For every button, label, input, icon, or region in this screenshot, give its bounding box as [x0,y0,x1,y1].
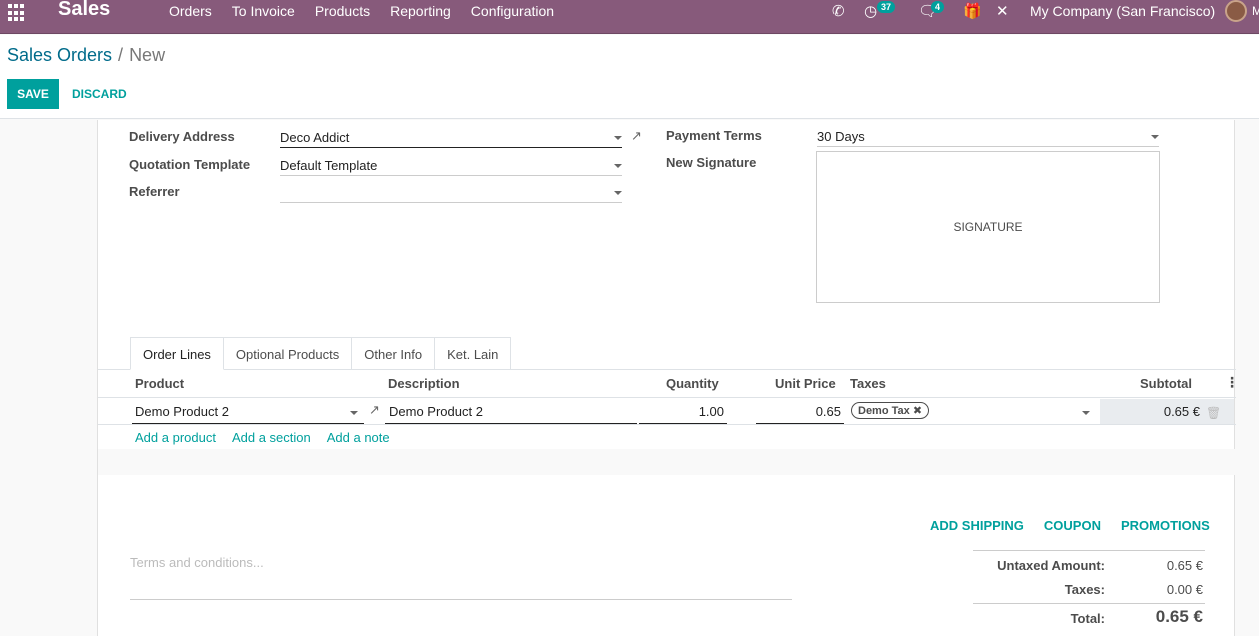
add-product-link[interactable]: Add a product [135,430,216,445]
chevron-down-icon[interactable] [1151,135,1159,139]
product-value: Demo Product 2 [135,404,229,419]
menu-item-products[interactable]: Products [315,3,370,19]
quotation-template-value: Default Template [280,158,378,173]
totals-top-divider [973,550,1205,551]
breadcrumb-separator: / [118,45,124,65]
untaxed-amount-value: 0.65 € [1166,558,1203,573]
activity-count-badge: 37 [877,1,896,13]
chevron-down-icon[interactable] [614,164,622,168]
delivery-address-field[interactable]: Deco Addict [280,122,622,148]
user-avatar[interactable] [1225,0,1247,22]
delivery-address-value: Deco Addict [280,130,350,145]
untaxed-amount-label: Untaxed Amount: [997,558,1105,573]
col-description[interactable]: Description [388,376,460,391]
col-subtotal[interactable]: Subtotal [1140,376,1192,391]
payment-terms-label: Payment Terms [666,128,762,143]
trash-icon[interactable]: 🗑 [1206,401,1221,426]
tab-other-info[interactable]: Other Info [351,337,436,370]
menu-item-orders[interactable]: Orders [169,3,212,19]
menu-item-reporting[interactable]: Reporting [390,3,451,19]
signature-placeholder: SIGNATURE [953,220,1023,234]
total-label: Total: [1070,611,1105,626]
tax-tag: Demo Tax ✖ [851,402,930,419]
user-name[interactable]: M [1252,4,1259,18]
tab-divider [98,369,1236,370]
message-count-badge: 4 [931,1,945,13]
chevron-down-icon[interactable] [614,191,622,195]
empty-row-band [98,449,1236,475]
col-quantity[interactable]: Quantity [666,376,719,391]
taxes-label: Taxes: [1064,582,1105,597]
promotions-button[interactable]: PROMOTIONS [1121,518,1210,533]
unit-price-input[interactable]: 0.65 [756,399,844,424]
breadcrumb-sales-orders[interactable]: Sales Orders [7,45,112,65]
company-switcher[interactable]: My Company (San Francisco) [1030,3,1215,19]
chevron-down-icon[interactable] [1082,411,1090,415]
col-unit-price[interactable]: Unit Price [775,376,836,391]
referrer-label: Referrer [129,184,180,199]
terms-conditions-input[interactable]: Terms and conditions... [130,552,792,600]
add-line-links: Add a product Add a section Add a note [135,430,406,445]
add-shipping-button[interactable]: ADD SHIPPING [930,518,1024,533]
description-input[interactable]: Demo Product 2 [385,399,637,424]
quotation-template-label: Quotation Template [129,157,251,172]
debug-tools-icon[interactable]: ✕ [996,2,1009,20]
phone-icon[interactable]: ✆ [832,2,845,20]
notebook-tabs: Order Lines Optional Products Other Info… [130,337,512,370]
tax-tag-label: Demo Tax [858,405,910,417]
quotation-template-field[interactable]: Default Template [280,150,622,176]
totals-divider [973,603,1205,604]
coupon-button[interactable]: COUPON [1044,518,1101,533]
col-product[interactable]: Product [135,376,184,391]
discard-button[interactable]: DISCARD [66,79,133,109]
activity-clock-icon[interactable]: ◷ [864,2,877,20]
quantity-input[interactable]: 1.00 [639,399,727,424]
tab-order-lines[interactable]: Order Lines [130,337,224,370]
breadcrumb: Sales Orders / New [7,45,165,66]
control-panel: Sales Orders / New SAVE DISCARD [0,35,1259,119]
tab-ket-lain[interactable]: Ket. Lain [434,337,512,370]
referrer-field[interactable] [280,177,622,203]
col-taxes[interactable]: Taxes [850,376,886,391]
chevron-down-icon[interactable] [614,136,622,140]
top-navbar: Sales Orders To Invoice Products Reporti… [0,0,1259,34]
chevron-down-icon[interactable] [350,411,358,415]
external-link-icon[interactable]: ↗ [631,128,642,144]
menu-item-configuration[interactable]: Configuration [471,3,554,19]
remove-tag-icon[interactable]: ✖ [913,405,922,417]
gift-icon[interactable]: 🎁 [963,2,982,20]
payment-terms-value: 30 Days [817,129,865,144]
optional-columns-icon[interactable]: ⋮ [1225,374,1239,391]
app-brand[interactable]: Sales [58,0,110,21]
signature-box[interactable]: SIGNATURE [816,151,1160,303]
menu-item-to-invoice[interactable]: To Invoice [232,3,295,19]
delivery-address-label: Delivery Address [129,129,235,144]
payment-terms-field[interactable]: 30 Days [817,121,1159,147]
main-menu: Orders To Invoice Products Reporting Con… [169,3,574,19]
taxes-value: 0.00 € [1166,582,1203,597]
add-section-link[interactable]: Add a section [232,430,311,445]
new-signature-label: New Signature [666,155,757,170]
add-note-link[interactable]: Add a note [327,430,390,445]
external-link-icon[interactable]: ↗ [369,402,380,418]
table-row[interactable]: Demo Product 2 ↗ Demo Product 2 1.00 0.6… [98,397,1236,425]
product-input[interactable]: Demo Product 2 [132,399,364,424]
description-value: Demo Product 2 [389,404,483,419]
total-value: 0.65 € [1155,607,1203,626]
form-sheet: Delivery Address Deco Addict ↗ Quotation… [97,120,1239,636]
breadcrumb-current: New [129,45,166,65]
subtotal-value: 0.65 € [1163,404,1200,419]
tab-optional-products[interactable]: Optional Products [222,337,353,370]
save-button[interactable]: SAVE [7,79,59,109]
apps-menu-icon[interactable] [8,4,26,22]
order-action-buttons: ADD SHIPPING COUPON PROMOTIONS [910,518,1210,533]
